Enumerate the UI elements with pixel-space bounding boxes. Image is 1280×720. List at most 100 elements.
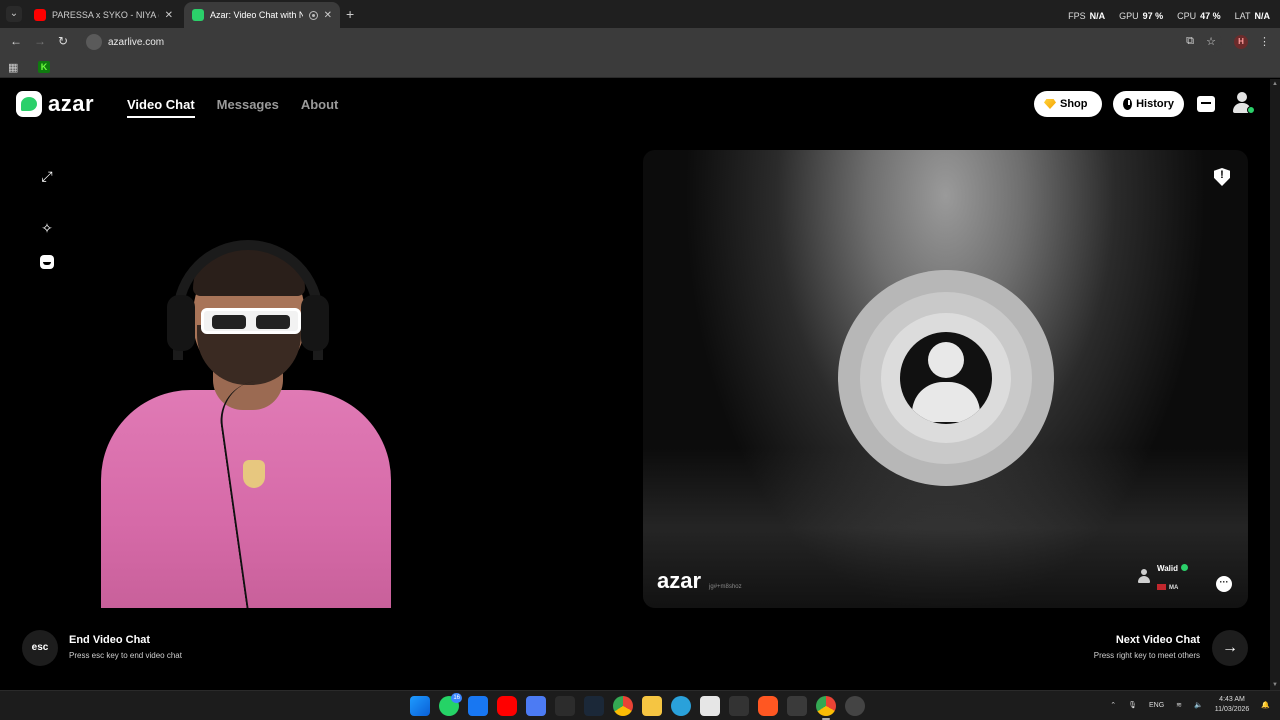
windows-taskbar: 16 ⌃ 🎙 ENG ≋ 🔈 4:43 AM 11/03/2026 🔔 bbox=[0, 690, 1280, 720]
performance-overlay: FPS N/A GPU 97 % CPU 47 % LAT N/A bbox=[1068, 11, 1270, 21]
app-dark-icon[interactable] bbox=[787, 696, 807, 716]
face-filter-icon[interactable] bbox=[39, 254, 55, 270]
clock-icon bbox=[1123, 98, 1133, 110]
shop-button[interactable]: Shop bbox=[1034, 91, 1102, 117]
watermark-id: jg#+m8shoz bbox=[709, 584, 742, 590]
history-label: History bbox=[1136, 98, 1174, 110]
fps-stat: FPS N/A bbox=[1068, 11, 1106, 21]
end-chat-hint: Press esc key to end video chat bbox=[69, 651, 182, 660]
app-icon[interactable] bbox=[526, 696, 546, 716]
site-info-icon[interactable] bbox=[86, 34, 102, 50]
user-profile-icon[interactable] bbox=[1231, 92, 1255, 114]
verified-icon bbox=[1181, 564, 1188, 571]
bookmark-star-icon[interactable]: ☆ bbox=[1206, 35, 1216, 48]
back-icon[interactable]: ← bbox=[10, 34, 22, 48]
remote-avatar-placeholder-icon bbox=[899, 332, 992, 424]
windows-start-icon[interactable] bbox=[410, 696, 430, 716]
browser-tabstrip: ⌄ PARESSA x SYKO - NIYA (Prod ✕ Azar: Vi… bbox=[0, 0, 1280, 28]
steam-icon[interactable] bbox=[584, 696, 604, 716]
store-taskbar-icon[interactable] bbox=[700, 696, 720, 716]
end-chat-button[interactable]: esc bbox=[22, 630, 58, 666]
azar-icon bbox=[192, 9, 204, 21]
peer-name: Walid bbox=[1157, 564, 1188, 573]
youtube-taskbar-icon[interactable] bbox=[497, 696, 517, 716]
settings-app-icon[interactable] bbox=[845, 696, 865, 716]
system-tray: ⌃ 🎙 ENG ≋ 🔈 4:43 AM 11/03/2026 🔔 bbox=[1110, 695, 1270, 715]
next-chat-hint: Press right key to meet others bbox=[1093, 651, 1200, 660]
arrow-right-icon: → bbox=[1222, 639, 1238, 656]
exit-fullscreen-icon[interactable]: ⤢ bbox=[39, 168, 55, 184]
tab-search-chevron-icon[interactable]: ⌄ bbox=[6, 6, 22, 22]
tray-overflow-icon[interactable]: ⌃ bbox=[1110, 701, 1116, 709]
recording-indicator-icon bbox=[308, 10, 318, 20]
peer-avatar-icon bbox=[1137, 569, 1151, 583]
facebook-icon[interactable] bbox=[468, 696, 488, 716]
url-text[interactable]: azarlive.com bbox=[108, 37, 164, 48]
nav-video-chat[interactable]: Video Chat bbox=[127, 97, 195, 118]
page-scrollbar[interactable]: ▲ ▼ bbox=[1270, 79, 1280, 690]
azar-logo-icon bbox=[16, 91, 42, 117]
language-indicator[interactable]: ENG bbox=[1149, 702, 1164, 709]
azar-watermark: azar jg#+m8shoz bbox=[657, 568, 742, 594]
store-icon[interactable] bbox=[1197, 96, 1215, 112]
azar-page: azar Video Chat Messages About Shop Hist… bbox=[0, 79, 1270, 690]
youtube-icon bbox=[34, 9, 46, 21]
tab-title: PARESSA x SYKO - NIYA (Prod bbox=[52, 10, 159, 20]
browser-toolbar: ← → ↻ azarlive.com ⧉ ☆ H ⋮ bbox=[0, 28, 1280, 56]
whatsapp-icon[interactable]: 16 bbox=[439, 693, 462, 716]
flag-icon bbox=[1156, 584, 1166, 591]
lat-stat: LAT N/A bbox=[1234, 11, 1270, 21]
remote-video-panel: azar jg#+m8shoz Walid MA bbox=[643, 150, 1248, 608]
peer-info[interactable]: Walid MA bbox=[1137, 558, 1188, 594]
local-video-panel: ⤢ ✧ bbox=[21, 150, 628, 608]
new-tab-button[interactable]: + bbox=[346, 6, 354, 22]
peer-country: MA bbox=[1156, 584, 1178, 591]
notifications-icon[interactable]: 🔔 bbox=[1261, 701, 1270, 709]
chrome-icon[interactable] bbox=[613, 696, 633, 716]
reload-icon[interactable]: ↻ bbox=[58, 34, 68, 48]
next-chat-title: Next Video Chat bbox=[1115, 634, 1200, 646]
chrome-active-icon[interactable] bbox=[816, 696, 836, 720]
taskbar-clock[interactable]: 4:43 AM 11/03/2026 bbox=[1215, 695, 1250, 715]
gpu-stat: GPU 97 % bbox=[1119, 11, 1164, 21]
history-button[interactable]: History bbox=[1113, 91, 1184, 117]
bookmarks-bar: ▦ K bbox=[0, 56, 1280, 78]
logo-text: azar bbox=[48, 91, 95, 116]
browser-menu-icon[interactable]: ⋮ bbox=[1259, 35, 1270, 48]
magic-wand-icon[interactable]: ✧ bbox=[39, 220, 55, 236]
main-nav: Video Chat Messages About bbox=[127, 97, 338, 118]
shop-label: Shop bbox=[1060, 98, 1088, 110]
end-chat-title: End Video Chat bbox=[69, 634, 151, 646]
telegram-icon[interactable] bbox=[671, 696, 691, 716]
report-shield-icon[interactable] bbox=[1214, 168, 1230, 186]
gem-icon bbox=[1044, 99, 1056, 109]
cpu-stat: CPU 47 % bbox=[1177, 11, 1221, 21]
watermark-logo: azar bbox=[657, 568, 702, 593]
profile-avatar[interactable]: H bbox=[1234, 35, 1248, 49]
install-app-icon[interactable]: ⧉ bbox=[1186, 35, 1194, 48]
close-tab-icon[interactable]: ✕ bbox=[324, 10, 332, 21]
volume-icon[interactable]: 🔈 bbox=[1194, 701, 1203, 709]
network-icon[interactable]: ≋ bbox=[1176, 701, 1182, 709]
app-orange-icon[interactable] bbox=[758, 696, 778, 716]
next-chat-button[interactable]: → bbox=[1212, 630, 1248, 666]
tab-azar[interactable]: Azar: Video Chat with New ✕ bbox=[184, 2, 340, 28]
microphone-icon[interactable]: 🎙 bbox=[1128, 701, 1137, 709]
whatsapp-badge: 16 bbox=[451, 693, 462, 703]
local-user-video bbox=[101, 240, 391, 608]
address-bar[interactable]: azarlive.com bbox=[82, 32, 1222, 52]
kick-bookmark-icon[interactable]: K bbox=[38, 61, 50, 73]
terminal-icon[interactable] bbox=[729, 696, 749, 716]
file-explorer-icon[interactable] bbox=[642, 696, 662, 716]
online-dot bbox=[1247, 106, 1255, 114]
chat-bubble-icon[interactable] bbox=[1216, 576, 1232, 592]
azar-logo[interactable]: azar bbox=[16, 91, 94, 117]
checkmark-app-icon[interactable] bbox=[555, 696, 575, 716]
nav-about[interactable]: About bbox=[301, 97, 339, 118]
tab-youtube[interactable]: PARESSA x SYKO - NIYA (Prod ✕ bbox=[26, 2, 181, 28]
forward-icon[interactable]: → bbox=[34, 34, 46, 48]
tab-title: Azar: Video Chat with New bbox=[210, 10, 303, 20]
nav-messages[interactable]: Messages bbox=[217, 97, 279, 118]
apps-grid-icon[interactable]: ▦ bbox=[8, 61, 18, 74]
close-tab-icon[interactable]: ✕ bbox=[165, 10, 173, 21]
